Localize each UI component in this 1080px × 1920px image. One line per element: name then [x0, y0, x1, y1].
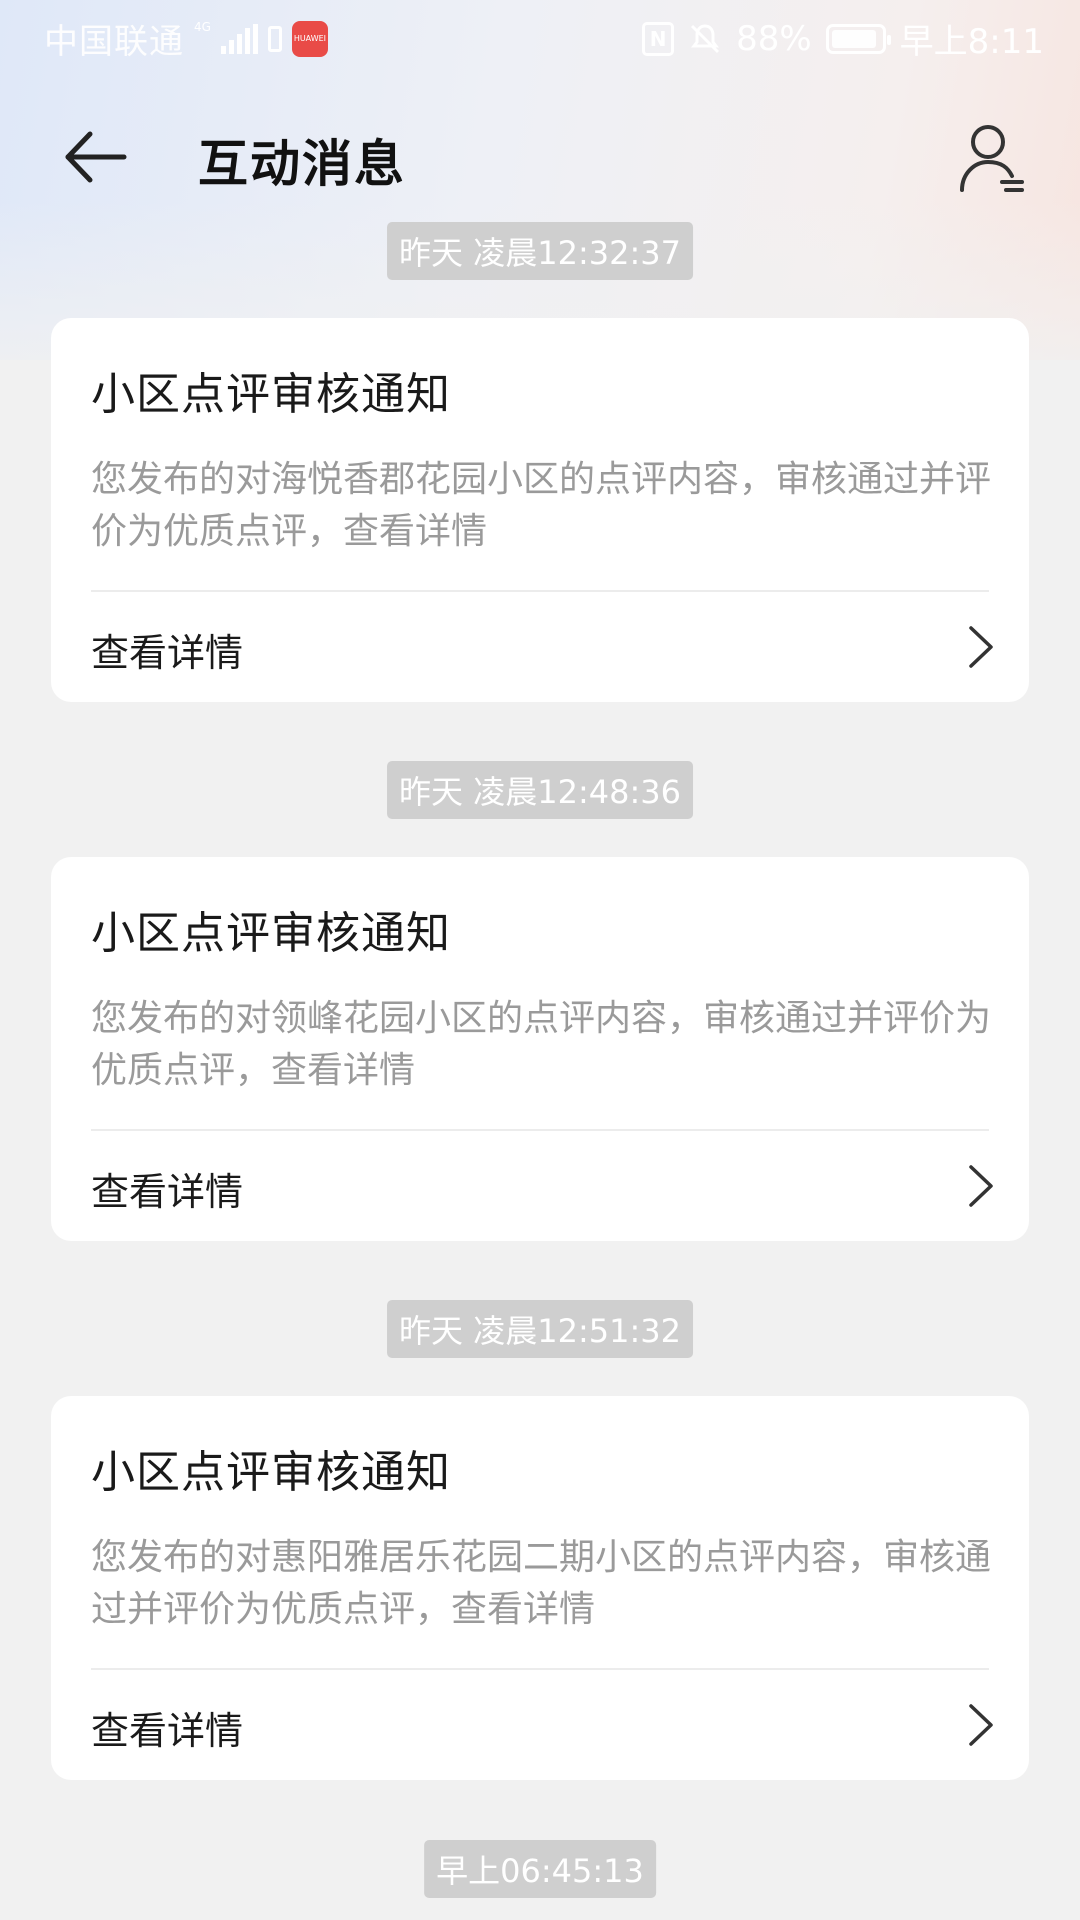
message-timestamp: 昨天 凌晨12:32:37	[387, 222, 693, 280]
message-title: 小区点评审核通知	[91, 369, 451, 420]
low-battery-icon	[267, 25, 282, 52]
message-card[interactable]: 小区点评审核通知 您发布的对海悦香郡花园小区的点评内容，审核通过并评价为优质点评…	[51, 318, 1029, 702]
message-timestamp: 昨天 凌晨12:51:32	[387, 1300, 693, 1358]
network-type: 4G	[194, 19, 211, 34]
huawei-app-icon: HUAWEI	[291, 20, 328, 57]
message-timestamp: 昨天 凌晨12:48:36	[387, 761, 693, 819]
message-body: 您发布的对惠阳雅居乐花园二期小区的点评内容，审核通过并评价为优质点评，查看详情	[91, 1537, 992, 1630]
message-title: 小区点评审核通知	[91, 1447, 451, 1498]
view-details-row[interactable]: 查看详情	[51, 1670, 1029, 1780]
arrow-left-icon[interactable]	[60, 122, 130, 192]
user-settings-icon[interactable]	[958, 120, 1028, 196]
battery-percent: 88%	[736, 18, 812, 59]
battery-icon	[825, 23, 891, 54]
message-body: 您发布的对海悦香郡花园小区的点评内容，审核通过并评价为优质点评，查看详情	[91, 459, 992, 552]
view-details-label: 查看详情	[91, 1170, 244, 1214]
message-timestamp: 早上06:45:13	[424, 1840, 656, 1898]
app-badge-text: HUAWEI	[293, 34, 327, 43]
nfc-icon: N	[642, 21, 675, 56]
message-title: 小区点评审核通知	[91, 908, 451, 959]
status-bar: 中国联通 4G HUAWEI N 88% 早上8:11	[0, 0, 1080, 78]
view-details-row[interactable]: 查看详情	[51, 592, 1029, 702]
chevron-right-icon	[969, 626, 993, 668]
signal-icon	[220, 23, 258, 54]
message-body: 您发布的对领峰花园小区的点评内容，审核通过并评价为优质点评，查看详情	[91, 998, 992, 1091]
message-card[interactable]: 小区点评审核通知 您发布的对惠阳雅居乐花园二期小区的点评内容，审核通过并评价为优…	[51, 1396, 1029, 1780]
view-details-row[interactable]: 查看详情	[51, 1131, 1029, 1241]
chevron-right-icon	[969, 1165, 993, 1207]
mute-bell-icon	[691, 23, 720, 53]
view-details-label: 查看详情	[91, 1709, 244, 1753]
view-details-label: 查看详情	[91, 631, 244, 675]
page-title: 互动消息	[198, 135, 406, 193]
message-card[interactable]: 小区点评审核通知 您发布的对领峰花园小区的点评内容，审核通过并评价为优质点评，查…	[51, 857, 1029, 1241]
app-header: 互动消息	[0, 100, 1080, 210]
chevron-right-icon	[969, 1704, 993, 1746]
carrier-name: 中国联通	[44, 22, 184, 62]
clock: 早上8:11	[899, 22, 1044, 62]
